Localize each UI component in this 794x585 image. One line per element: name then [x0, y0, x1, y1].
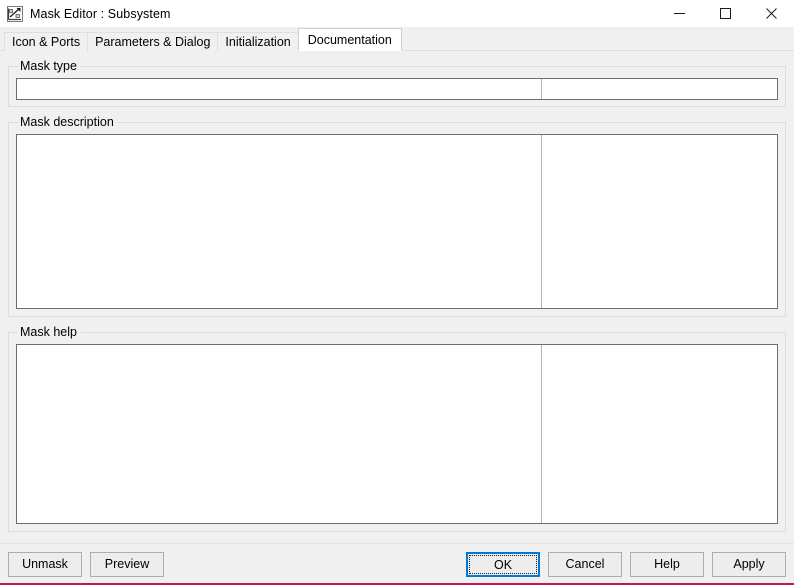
mask-help-group: Mask help — [8, 326, 786, 532]
mask-help-body — [16, 344, 778, 524]
mask-editor-window: Mask Editor : Subsystem Icon & Ports Par… — [0, 0, 794, 585]
tab-initialization-label: Initialization — [225, 35, 291, 49]
cancel-button[interactable]: Cancel — [548, 552, 622, 577]
mask-description-editor-pane[interactable] — [17, 135, 541, 308]
left-button-group: Unmask Preview — [8, 552, 164, 577]
mask-type-field[interactable] — [16, 78, 778, 100]
tab-strip: Icon & Ports Parameters & Dialog Initial… — [0, 27, 794, 51]
ok-button-label: OK — [493, 558, 513, 572]
tab-documentation[interactable]: Documentation — [297, 28, 402, 51]
right-button-group: OK Cancel Help Apply — [466, 552, 786, 577]
help-button-label: Help — [654, 557, 680, 571]
unmask-button[interactable]: Unmask — [8, 552, 82, 577]
mask-type-editor-pane[interactable] — [17, 79, 541, 99]
mask-help-label: Mask help — [18, 326, 81, 339]
window-controls — [656, 0, 794, 27]
mask-type-label: Mask type — [18, 60, 81, 73]
mask-help-field[interactable] — [16, 344, 778, 524]
mask-type-group: Mask type — [8, 60, 786, 107]
preview-button[interactable]: Preview — [90, 552, 164, 577]
minimize-icon — [673, 13, 685, 14]
apply-button-label: Apply — [733, 557, 765, 571]
mask-description-input[interactable] — [17, 135, 541, 308]
mask-type-preview-pane[interactable] — [542, 79, 777, 99]
ok-button[interactable]: OK — [466, 552, 540, 577]
maximize-button[interactable] — [702, 0, 748, 27]
mask-help-input[interactable] — [17, 345, 541, 523]
close-icon — [765, 8, 777, 19]
tab-initialization[interactable]: Initialization — [217, 32, 299, 51]
title-bar: Mask Editor : Subsystem — [0, 0, 794, 27]
mask-description-label: Mask description — [18, 116, 118, 129]
apply-button[interactable]: Apply — [712, 552, 786, 577]
button-bar: Unmask Preview OK Cancel Help Apply — [0, 543, 794, 585]
mask-type-input[interactable] — [17, 79, 541, 99]
mask-description-group: Mask description — [8, 116, 786, 317]
maximize-icon — [719, 8, 731, 19]
mask-type-body — [16, 78, 778, 100]
mask-description-preview-pane[interactable] — [542, 135, 777, 308]
tab-parameters-dialog-label: Parameters & Dialog — [95, 35, 211, 49]
tab-icon-ports[interactable]: Icon & Ports — [4, 32, 89, 51]
mask-editor-icon — [7, 5, 23, 22]
help-button[interactable]: Help — [630, 552, 704, 577]
close-button[interactable] — [748, 0, 794, 27]
mask-help-preview-pane[interactable] — [542, 345, 777, 523]
unmask-button-label: Unmask — [22, 557, 68, 571]
tab-icon-ports-label: Icon & Ports — [12, 35, 81, 49]
mask-description-field[interactable] — [16, 134, 778, 309]
tab-documentation-label: Documentation — [307, 33, 392, 47]
mask-description-body — [16, 134, 778, 309]
mask-help-editor-pane[interactable] — [17, 345, 541, 523]
window-title: Mask Editor : Subsystem — [30, 6, 171, 21]
cancel-button-label: Cancel — [565, 557, 605, 571]
minimize-button[interactable] — [656, 0, 702, 27]
preview-button-label: Preview — [104, 557, 150, 571]
documentation-panel: Mask type Mask description Mask help — [0, 51, 794, 543]
tab-parameters-dialog[interactable]: Parameters & Dialog — [87, 32, 219, 51]
